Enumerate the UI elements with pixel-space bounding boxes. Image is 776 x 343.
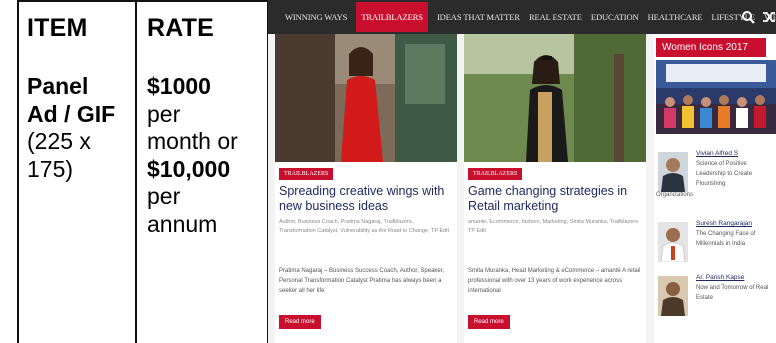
sidebar: Women Icons 2017 Vivian Alfred S Science…: [654, 34, 776, 343]
person-topic: Now and Tomorrow of Real Estate: [696, 285, 769, 301]
rate-text-annum: annum: [147, 210, 218, 237]
rate-cell: $1000 per month or $10,000 per annum: [147, 73, 265, 238]
column-divider: [135, 0, 137, 343]
article-card[interactable]: TRAILBLAZERS Spreading creative wings wi…: [275, 34, 457, 343]
item-size-line1: (225 x: [27, 128, 91, 154]
top-navbar: Winning Ways Trailblazers Ideas That Mat…: [268, 0, 776, 34]
nav-item-winning-ways[interactable]: Winning Ways: [285, 12, 347, 22]
rate-text-month-or: month or: [147, 128, 238, 154]
nav-icons: [734, 0, 776, 34]
nav-item-healthcare[interactable]: Healthcare: [648, 12, 703, 22]
nav-item-trailblazers[interactable]: Trailblazers: [356, 2, 428, 32]
annual-price: $10,000: [147, 155, 231, 182]
article-title[interactable]: Spreading creative wings with new busine…: [279, 184, 453, 214]
rate-header: RATE: [147, 14, 214, 42]
nav-item-real-estate[interactable]: Real Estate: [529, 12, 582, 22]
event-photo-graphic: [656, 60, 776, 134]
article-excerpt: Smita Muranka, Head Marketing & eCommerc…: [468, 268, 641, 294]
sidebar-banner-image[interactable]: [656, 60, 776, 134]
item-name-line2: Ad / GIF: [27, 100, 116, 127]
category-tag[interactable]: TRAILBLAZERS: [279, 168, 334, 180]
person-topic: Science of Positive Leadership to Create…: [696, 161, 753, 187]
person-topic: The Changing Face of Millennials in Indi…: [696, 231, 756, 247]
read-more-button[interactable]: Read more: [279, 315, 321, 329]
person-photo[interactable]: [658, 152, 688, 192]
article-photo[interactable]: [464, 34, 646, 162]
search-icon[interactable]: [741, 10, 755, 24]
article-photo-graphic: [464, 34, 646, 162]
rate-text-per: per: [147, 100, 181, 127]
item-header: ITEM: [27, 14, 88, 42]
rate-table: ITEM RATE Panel Ad / GIF (225 x 175) $10…: [0, 0, 268, 343]
article-photo[interactable]: [275, 34, 457, 162]
person-name[interactable]: Suresh Rangarajan: [696, 220, 752, 227]
read-more-button[interactable]: Read more: [468, 315, 510, 329]
person-name[interactable]: Ar. Parish Kapse: [696, 274, 744, 281]
item-name-line1: Panel: [27, 73, 89, 99]
article-tags: Author, Business Coach, Pratima Nagaraj,…: [279, 219, 449, 234]
nav-item-ideas-that-matter[interactable]: Ideas That Matter: [437, 12, 520, 22]
nav-item-education[interactable]: Education: [591, 12, 639, 22]
item-cell: Panel Ad / GIF (225 x 175): [27, 73, 135, 183]
person-photo-graphic: [658, 152, 688, 192]
person-photo-graphic: [658, 222, 688, 262]
person-photo-graphic: [658, 276, 688, 316]
article-card[interactable]: TRAILBLAZERS Game changing strategies in…: [464, 34, 646, 343]
sidebar-title[interactable]: Women Icons 2017: [656, 38, 766, 57]
item-size-line2: 175): [27, 155, 74, 182]
rate-text-per-2: per: [147, 183, 181, 209]
article-title[interactable]: Game changing strategies in Retail marke…: [468, 184, 642, 214]
website-preview: Winning Ways Trailblazers Ideas That Mat…: [268, 0, 776, 343]
person-name[interactable]: Vivian Alfred S: [696, 150, 738, 157]
article-photo-graphic: [275, 34, 457, 162]
monthly-price: $1000: [147, 73, 211, 99]
person-photo[interactable]: [658, 276, 688, 316]
category-tag[interactable]: TRAILBLAZERS: [468, 168, 523, 180]
article-excerpt: Pratima Nagaraj – Business Success Coach…: [279, 268, 445, 294]
article-tags: amante, Ecommerce, fashion, Marketing, S…: [468, 219, 638, 234]
person-topic-continued: Organizations: [656, 192, 694, 198]
shuffle-icon[interactable]: [762, 10, 776, 24]
person-photo[interactable]: [658, 222, 688, 262]
